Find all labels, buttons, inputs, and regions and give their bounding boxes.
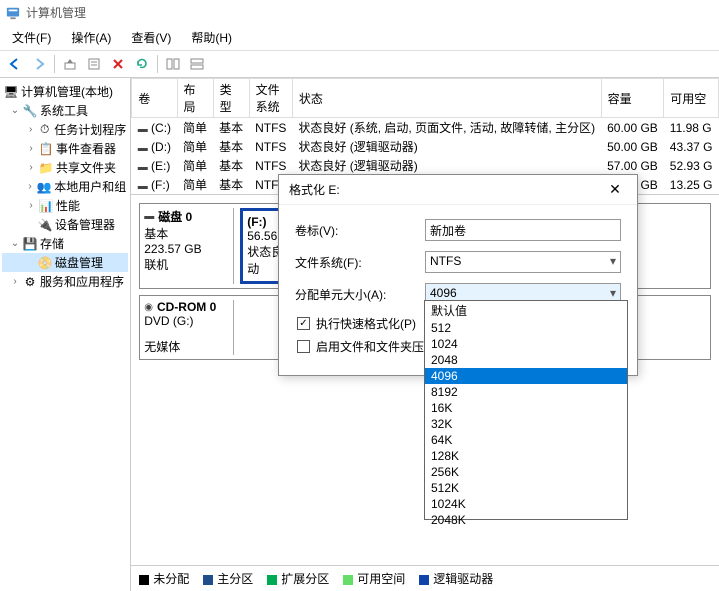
volume-label-input[interactable] — [425, 219, 621, 241]
disk-icon: 📀 — [38, 256, 52, 270]
tree-services[interactable]: ›⚙服务和应用程序 — [2, 272, 128, 291]
table-row[interactable]: ▬ (D:)简单基本NTFS状态良好 (逻辑驱动器)50.00 GB43.37 … — [132, 137, 719, 156]
folder-share-icon: 📁 — [39, 161, 53, 175]
checkbox-checked-icon: ✓ — [297, 317, 310, 330]
legend-unalloc: 未分配 — [139, 570, 189, 587]
cdrom-icon: ◉ — [144, 302, 153, 313]
volume-icon: ▬ — [138, 143, 148, 154]
legend-logical: 逻辑驱动器 — [419, 570, 493, 587]
expand-icon[interactable]: › — [26, 181, 34, 192]
expand-icon[interactable]: › — [26, 200, 36, 211]
col-status[interactable]: 状态 — [292, 79, 601, 118]
menubar: 文件(F) 操作(A) 查看(V) 帮助(H) — [0, 25, 719, 51]
users-icon: 👥 — [37, 180, 51, 194]
chevron-down-icon: ▾ — [610, 254, 616, 268]
menu-action[interactable]: 操作(A) — [63, 27, 119, 48]
tree-eventviewer[interactable]: ›📋事件查看器 — [2, 139, 128, 158]
computer-icon: 🖥 — [4, 85, 18, 99]
event-icon: 📋 — [39, 142, 53, 156]
tools-icon: 🔧 — [23, 104, 37, 118]
device-icon: 🔌 — [38, 218, 52, 232]
tree-perf[interactable]: ›📊性能 — [2, 196, 128, 215]
dropdown-option[interactable]: 2048K — [425, 512, 627, 528]
menu-help[interactable]: 帮助(H) — [183, 27, 240, 48]
refresh-button[interactable] — [131, 53, 153, 75]
dropdown-option[interactable]: 2048 — [425, 352, 627, 368]
col-free[interactable]: 可用空 — [664, 79, 719, 118]
legend-free: 可用空间 — [343, 570, 405, 587]
fs-label: 文件系统(F): — [295, 254, 425, 271]
checkbox-icon — [297, 340, 310, 353]
legend: 未分配 主分区 扩展分区 可用空间 逻辑驱动器 — [131, 565, 719, 591]
volume-icon: ▬ — [138, 181, 148, 192]
services-icon: ⚙ — [23, 275, 37, 289]
legend-extended: 扩展分区 — [267, 570, 329, 587]
dropdown-option[interactable]: 8192 — [425, 384, 627, 400]
dropdown-option[interactable]: 64K — [425, 432, 627, 448]
perf-icon: 📊 — [39, 199, 53, 213]
col-type[interactable]: 类型 — [213, 79, 249, 118]
vol-label: 卷标(V): — [295, 222, 425, 239]
properties-button[interactable] — [83, 53, 105, 75]
alloc-dropdown: 默认值512102420484096819216K32K64K128K256K5… — [424, 300, 628, 520]
tree-diskmgmt[interactable]: 📀磁盘管理 — [2, 253, 128, 272]
alloc-label: 分配单元大小(A): — [295, 286, 425, 303]
col-fs[interactable]: 文件系统 — [249, 79, 292, 118]
tree-root[interactable]: 🖥计算机管理(本地) — [2, 82, 128, 101]
view1-button[interactable] — [162, 53, 184, 75]
hdd-icon: ▬ — [144, 211, 154, 222]
app-icon — [6, 6, 20, 20]
table-row[interactable]: ▬ (C:)简单基本NTFS状态良好 (系统, 启动, 页面文件, 活动, 故障… — [132, 118, 719, 138]
menu-file[interactable]: 文件(F) — [4, 27, 59, 48]
collapse-icon[interactable]: ⌄ — [10, 105, 20, 116]
dropdown-option[interactable]: 1024 — [425, 336, 627, 352]
dropdown-option[interactable]: 16K — [425, 400, 627, 416]
dropdown-option[interactable]: 512 — [425, 320, 627, 336]
dropdown-option[interactable]: 256K — [425, 464, 627, 480]
expand-icon[interactable]: › — [26, 162, 36, 173]
tree-view: 🖥计算机管理(本地) ⌄🔧系统工具 ›⏱任务计划程序 ›📋事件查看器 ›📁共享文… — [0, 78, 131, 591]
dropdown-option[interactable]: 1024K — [425, 496, 627, 512]
forward-button[interactable] — [28, 53, 50, 75]
delete-button[interactable] — [107, 53, 129, 75]
tree-storage[interactable]: ⌄💾存储 — [2, 234, 128, 253]
legend-primary: 主分区 — [203, 570, 253, 587]
tree-scheduler[interactable]: ›⏱任务计划程序 — [2, 120, 128, 139]
expand-icon[interactable]: › — [10, 276, 20, 287]
up-button[interactable] — [59, 53, 81, 75]
expand-icon[interactable]: › — [26, 124, 35, 135]
window-titlebar: 计算机管理 — [0, 0, 719, 25]
dialog-title: 格式化 E: — [289, 181, 340, 198]
collapse-icon[interactable]: ⌄ — [10, 238, 20, 249]
dropdown-option[interactable]: 512K — [425, 480, 627, 496]
dropdown-option[interactable]: 32K — [425, 416, 627, 432]
tree-users[interactable]: ›👥本地用户和组 — [2, 177, 128, 196]
filesystem-select[interactable]: NTFS▾ — [425, 251, 621, 273]
tree-devmgr[interactable]: 🔌设备管理器 — [2, 215, 128, 234]
volume-icon: ▬ — [138, 162, 148, 173]
view2-button[interactable] — [186, 53, 208, 75]
chevron-down-icon: ▾ — [610, 286, 616, 300]
dropdown-option[interactable]: 128K — [425, 448, 627, 464]
dropdown-option[interactable]: 默认值 — [425, 301, 627, 320]
volume-icon: ▬ — [138, 124, 148, 135]
toolbar — [0, 51, 719, 78]
col-cap[interactable]: 容量 — [601, 79, 664, 118]
tree-shared[interactable]: ›📁共享文件夹 — [2, 158, 128, 177]
clock-icon: ⏱ — [38, 123, 51, 137]
menu-view[interactable]: 查看(V) — [123, 27, 179, 48]
dropdown-option[interactable]: 4096 — [425, 368, 627, 384]
close-icon[interactable]: ✕ — [603, 181, 627, 198]
tree-systools[interactable]: ⌄🔧系统工具 — [2, 101, 128, 120]
col-layout[interactable]: 布局 — [177, 79, 213, 118]
expand-icon[interactable]: › — [26, 143, 36, 154]
col-vol[interactable]: 卷 — [132, 79, 177, 118]
window-title: 计算机管理 — [26, 4, 86, 21]
storage-icon: 💾 — [23, 237, 37, 251]
back-button[interactable] — [4, 53, 26, 75]
table-row[interactable]: ▬ (E:)简单基本NTFS状态良好 (逻辑驱动器)57.00 GB52.93 … — [132, 156, 719, 175]
